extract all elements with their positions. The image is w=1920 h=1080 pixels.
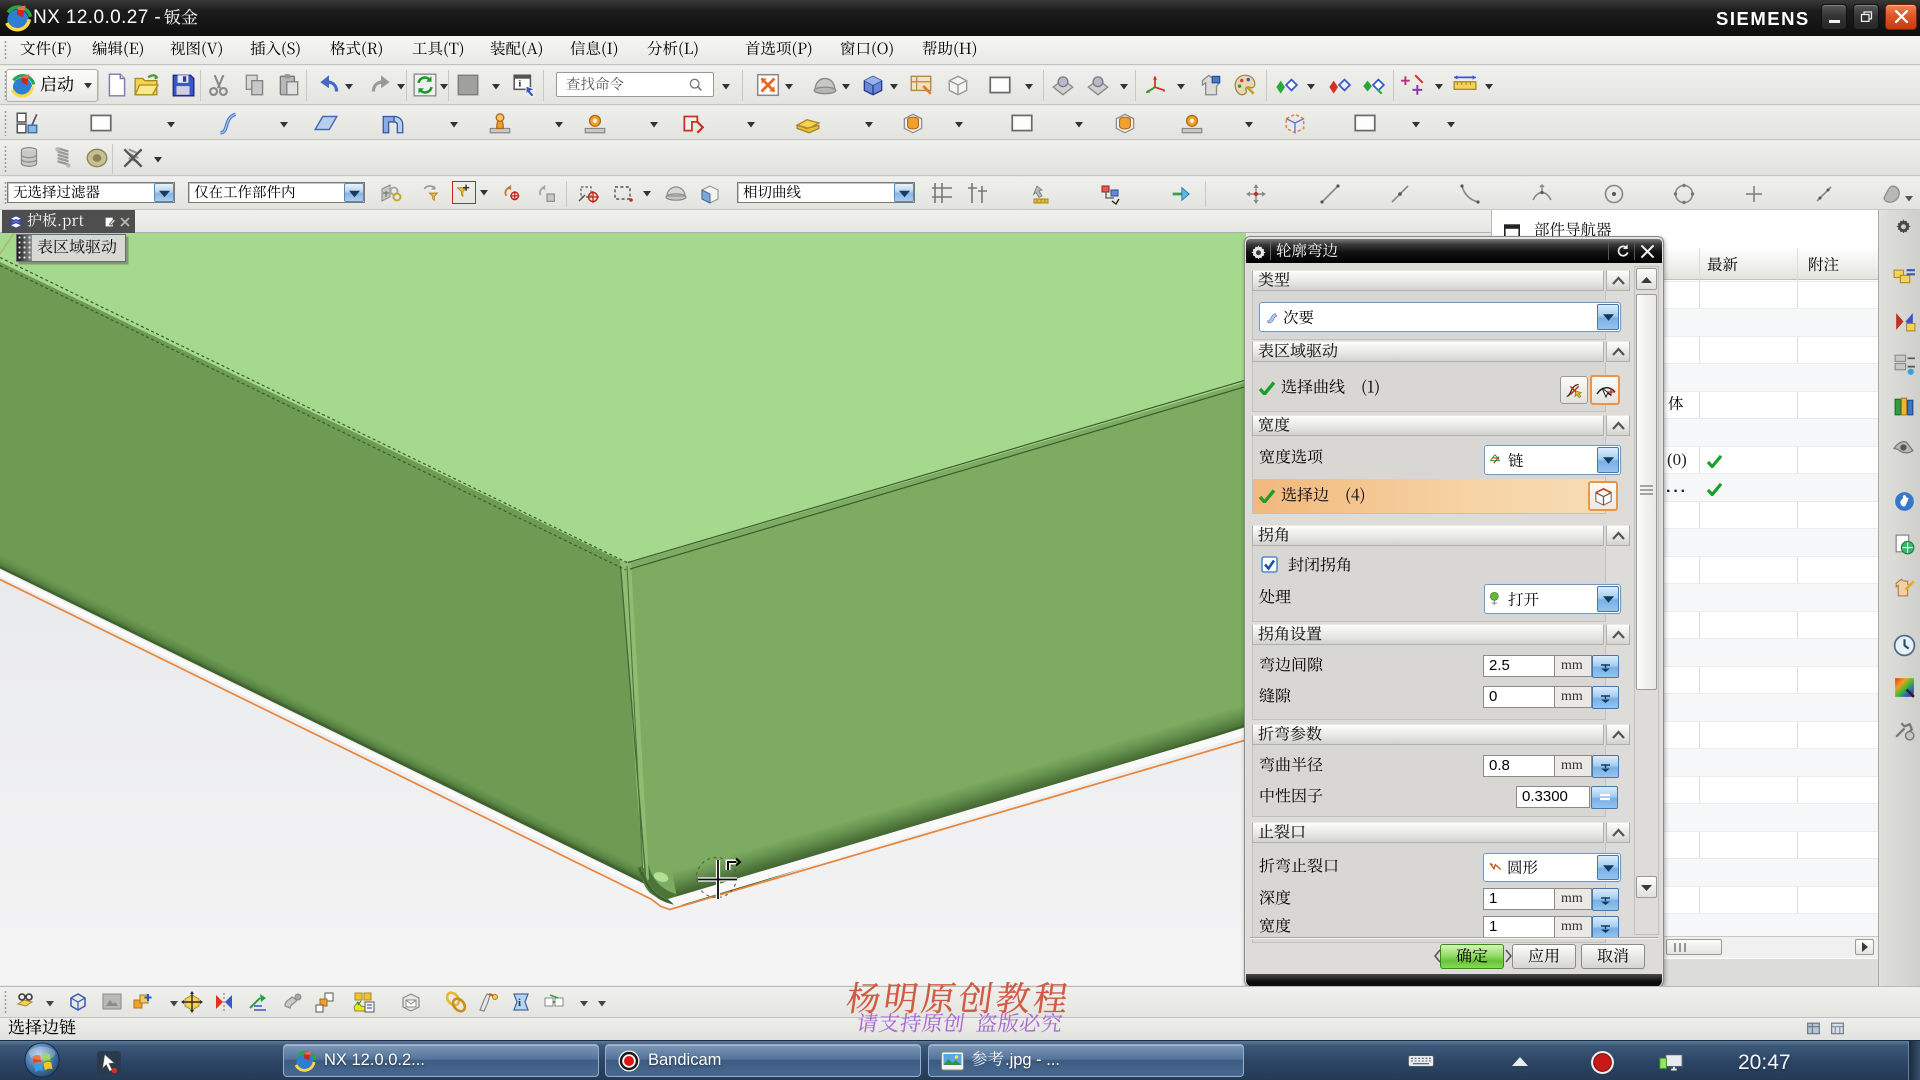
svg-text:i: i — [519, 79, 522, 90]
svg-text:i: i — [518, 997, 521, 1009]
